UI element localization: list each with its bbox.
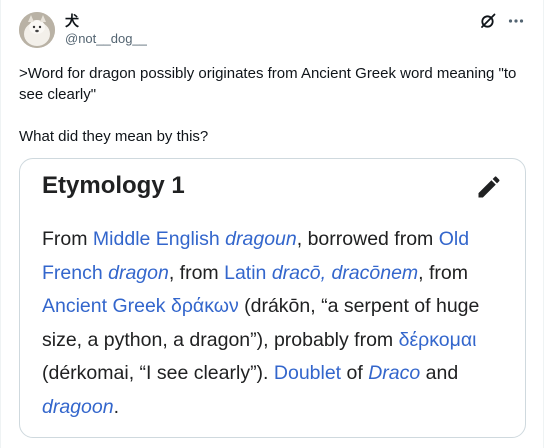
link-dragon: dragon — [108, 261, 169, 284]
link-dragoon: dragoon — [42, 395, 114, 418]
link-doublet: Doublet — [273, 362, 342, 384]
user-handle[interactable]: @not__dog__ — [65, 30, 147, 47]
text-run: , from — [168, 261, 225, 284]
link-ancient-greek: Ancient Greek — [42, 295, 166, 317]
text-run: , borrowed from — [296, 228, 439, 250]
link-middle-english: Middle English — [92, 228, 220, 250]
link-dragoun: dragoun — [225, 228, 297, 250]
link-derkomai: δέρκομαι — [398, 328, 477, 351]
text-run: . — [113, 395, 119, 418]
link-drakon: δράκων — [170, 295, 239, 317]
tweet-question-line: What did they mean by this? — [19, 128, 209, 145]
etymology-title: Etymology 1 — [42, 172, 185, 199]
tweet-image[interactable]: Etymology 1 From Middle English dragoun,… — [19, 158, 526, 438]
avatar[interactable] — [19, 12, 55, 48]
grok-icon[interactable] — [479, 12, 497, 30]
display-name[interactable]: 犬 — [65, 13, 147, 30]
etymology-text: From Middle English dragoun, borrowed fr… — [42, 223, 510, 424]
text-run: of — [341, 362, 369, 384]
text-run: (dérkomai, “I see clearly”). — [42, 362, 274, 384]
text-run: , from — [418, 261, 468, 284]
link-draco-draconem: dracō, dracōnem — [271, 261, 419, 284]
link-draco: Draco — [368, 362, 421, 384]
more-icon[interactable] — [507, 12, 525, 30]
tweet-quote-line: >Word for dragon possibly originates fro… — [19, 65, 517, 103]
author-names: 犬 @not__dog__ — [65, 13, 147, 47]
tweet-header: 犬 @not__dog__ — [19, 12, 531, 52]
header-actions — [479, 12, 525, 30]
pencil-icon — [475, 173, 503, 206]
text-run: From — [42, 228, 93, 250]
text-run: and — [420, 362, 459, 384]
link-latin: Latin — [224, 261, 267, 284]
tweet-text: >Word for dragon possibly originates fro… — [19, 63, 529, 147]
tweet: 犬 @not__dog__ >Word for dragon possibly … — [0, 0, 544, 448]
